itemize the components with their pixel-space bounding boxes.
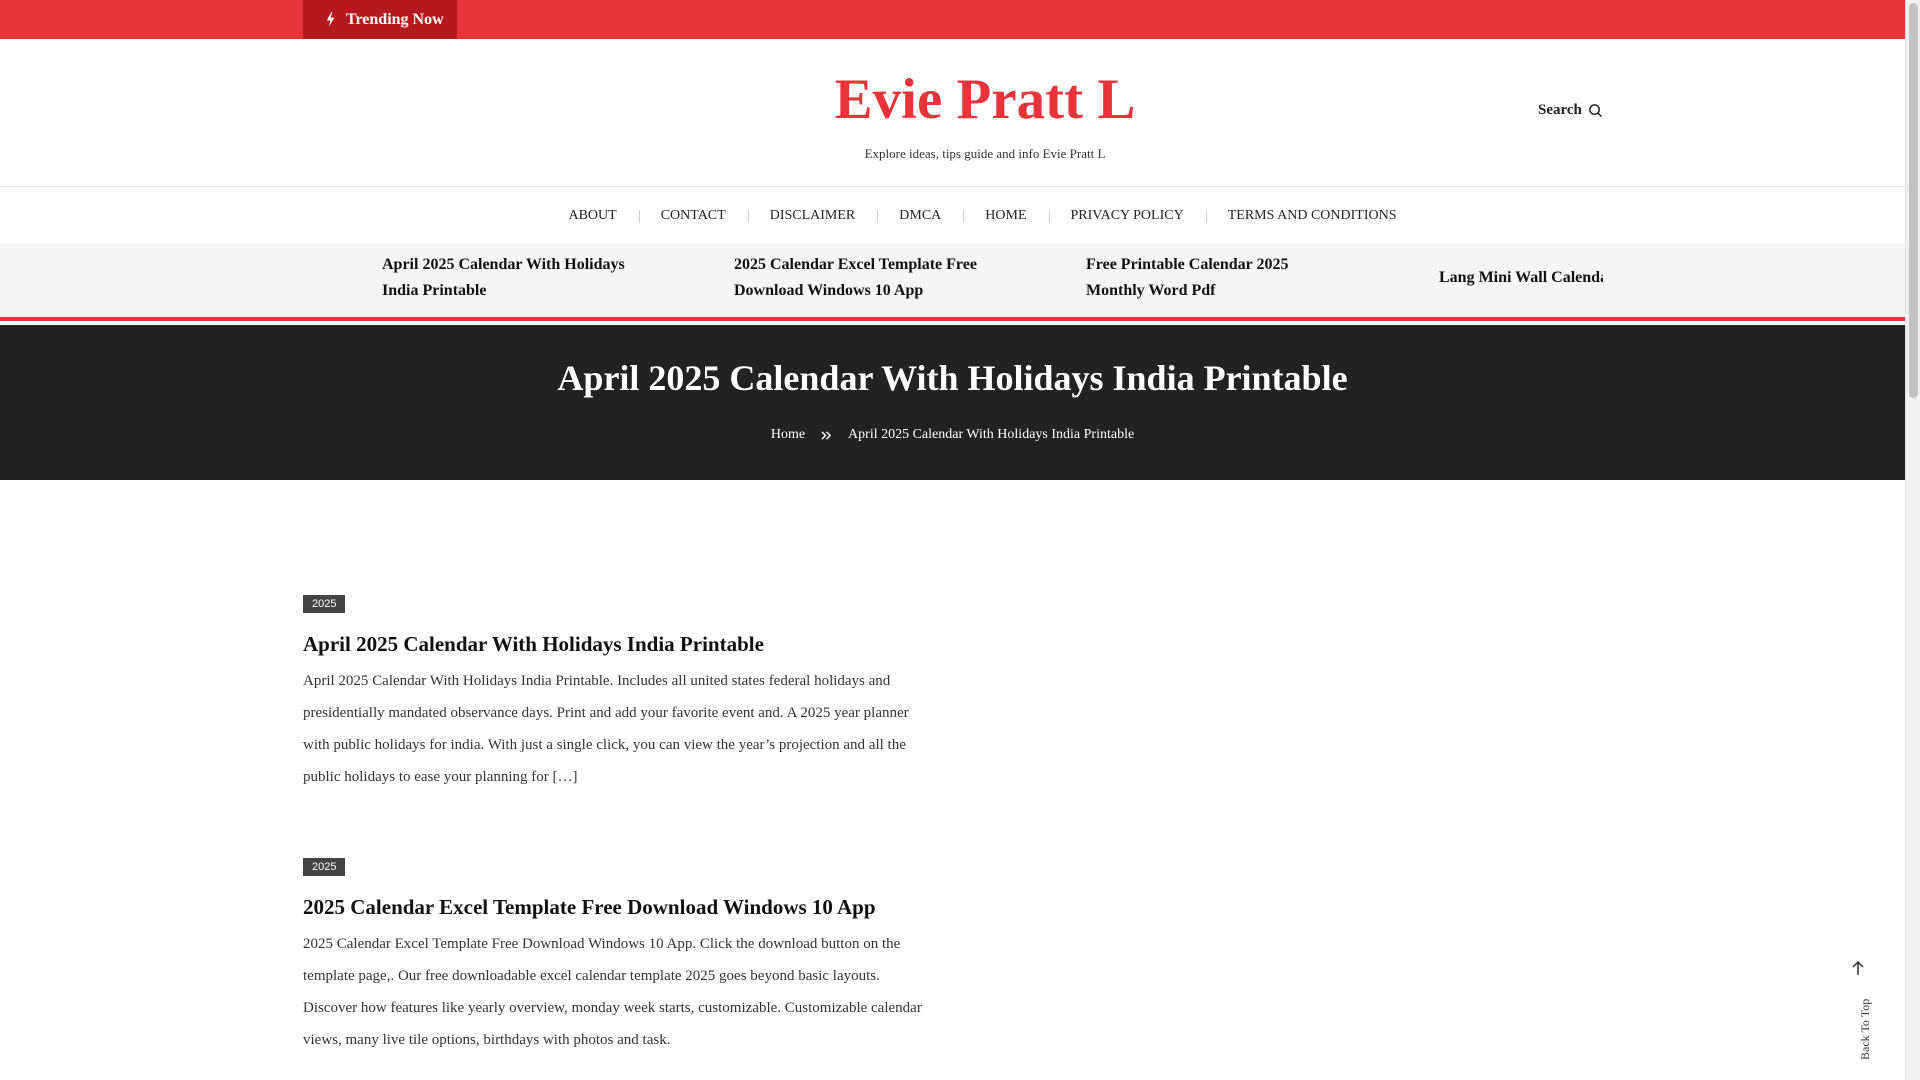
trending-ticker: April 2025 Calendar With Holidays India … — [0, 243, 1905, 321]
back-to-top-button[interactable]: Back To Top — [1846, 960, 1872, 1060]
post-card: 2025 April 2025 Calendar With Holidays I… — [303, 594, 933, 793]
nav-item-contact[interactable]: CONTACT — [638, 207, 748, 225]
search-label: Search — [1538, 102, 1582, 118]
ticker-track: April 2025 Calendar With Holidays India … — [303, 243, 1603, 317]
breadcrumb: Home April 2025 Calendar With Holidays I… — [0, 427, 1905, 443]
double-chevron-right-icon — [821, 430, 832, 440]
ticker-item[interactable]: April 2025 Calendar With Holidays India … — [382, 252, 652, 304]
post-excerpt: April 2025 Calendar With Holidays India … — [303, 673, 909, 785]
category-badge[interactable]: 2025 — [303, 858, 346, 876]
nav-item-dmca[interactable]: DMCA — [877, 207, 963, 225]
ticker-item[interactable]: Free Printable Calendar 2025 Monthly Wor… — [1086, 252, 1316, 304]
nav-item-about[interactable]: ABOUT — [546, 207, 638, 225]
page-title: April 2025 Calendar With Holidays India … — [557, 358, 1348, 398]
trending-now-tab[interactable]: Trending Now — [303, 0, 457, 39]
breadcrumb-home[interactable]: Home — [771, 427, 805, 443]
arrow-up-icon — [1852, 960, 1864, 975]
page-scrollbar[interactable] — [1905, 0, 1920, 1080]
nav-item-disclaimer[interactable]: DISCLAIMER — [747, 207, 878, 225]
site-title[interactable]: Evie Pratt L — [0, 64, 1920, 136]
post-title[interactable]: April 2025 Calendar With Holidays India … — [303, 630, 933, 658]
header-divider — [0, 186, 1905, 187]
search-icon — [1589, 104, 1603, 118]
breadcrumb-current: April 2025 Calendar With Holidays India … — [848, 427, 1135, 442]
nav-item-privacy-policy[interactable]: PRIVACY POLICY — [1048, 207, 1206, 225]
back-to-top-label: Back To Top — [1858, 998, 1872, 1060]
page-header: April 2025 Calendar With Holidays India … — [0, 325, 1905, 480]
search-button[interactable]: Search — [1538, 102, 1603, 119]
trending-label: Trending Now — [346, 10, 444, 28]
top-bar: Trending Now — [0, 0, 1905, 39]
post-excerpt: 2025 Calendar Excel Template Free Downlo… — [303, 936, 922, 1048]
nav-item-terms[interactable]: TERMS AND CONDITIONS — [1205, 207, 1419, 225]
category-badge[interactable]: 2025 — [303, 595, 346, 613]
lightning-icon — [326, 12, 335, 27]
nav-item-home[interactable]: HOME — [963, 207, 1048, 225]
post-card: 2025 2025 Calendar Excel Template Free D… — [303, 857, 933, 1056]
ticker-item[interactable]: 2025 Calendar Excel Template Free Downlo… — [734, 252, 1004, 304]
scrollbar-thumb[interactable] — [1909, 3, 1918, 398]
ticker-item[interactable]: Lang Mini Wall Calendar 2025 — [1439, 265, 1603, 291]
post-title[interactable]: 2025 Calendar Excel Template Free Downlo… — [303, 893, 933, 921]
site-tagline: Explore ideas, tips guide and info Evie … — [864, 146, 1106, 161]
main-navigation: ABOUT CONTACT DISCLAIMER DMCA HOME PRIVA… — [0, 207, 1905, 225]
